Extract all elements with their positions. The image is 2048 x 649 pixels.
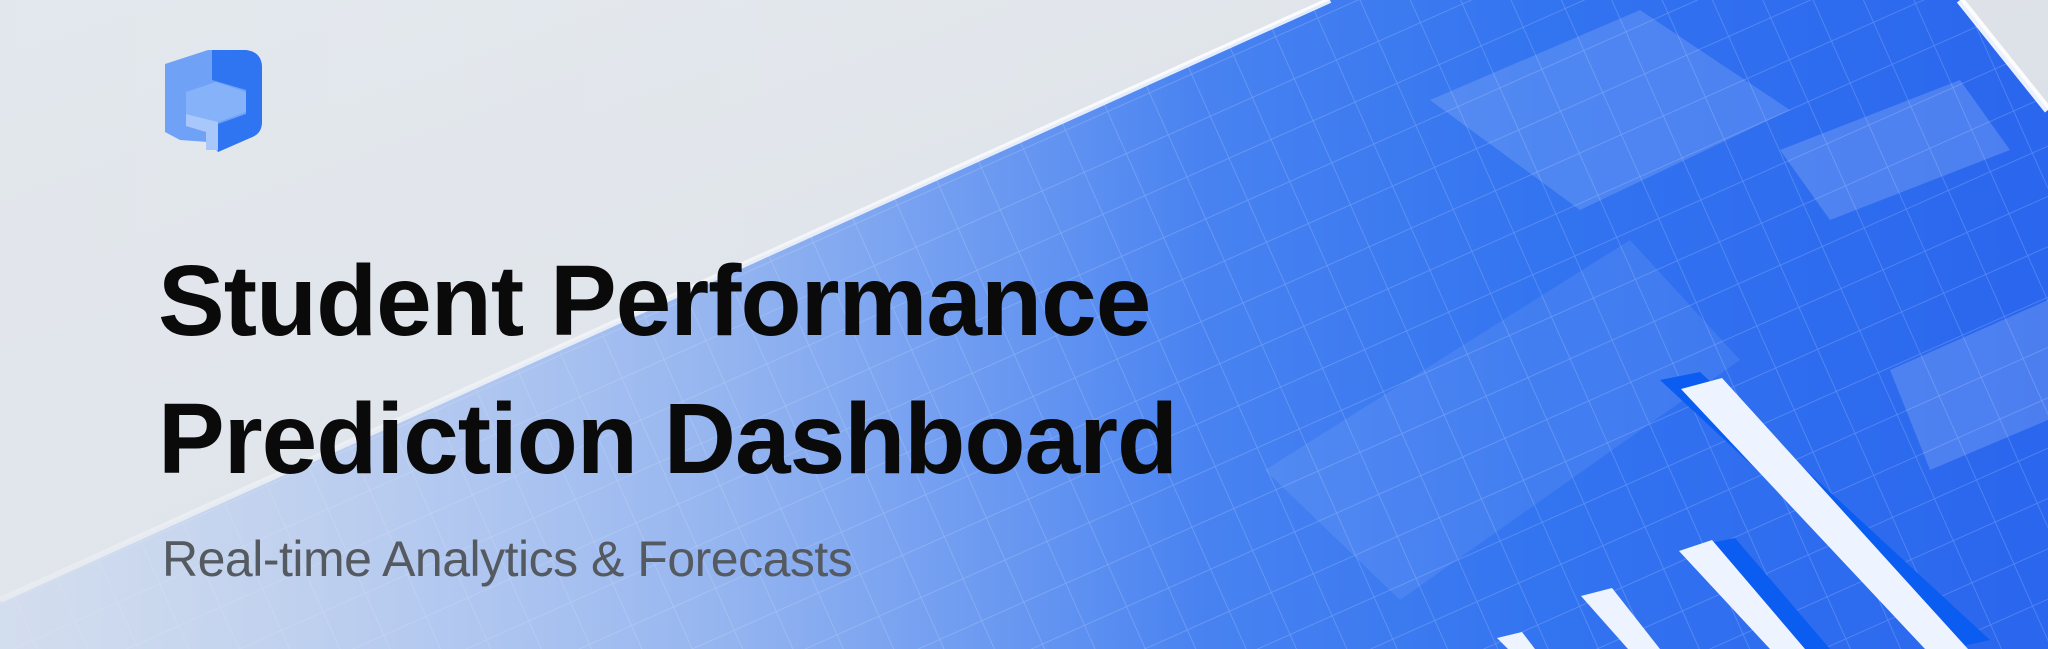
cube-icon [165,50,262,152]
page-title: Student Performance Prediction Dashboard [158,232,1178,508]
title-line-2: Prediction Dashboard [158,383,1178,495]
title-line-1: Student Performance [158,245,1151,357]
subtitle: Real-time Analytics & Forecasts [162,531,853,587]
